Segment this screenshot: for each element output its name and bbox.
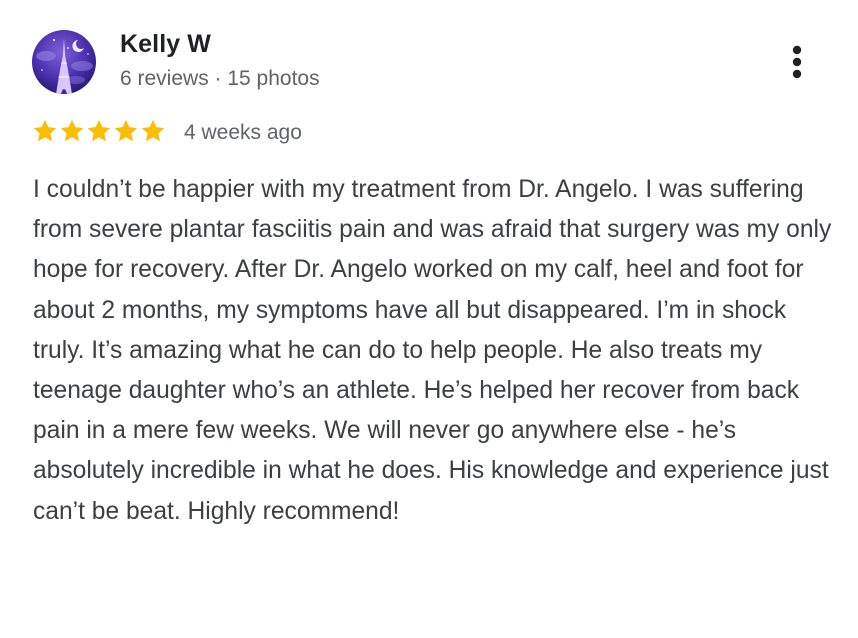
night-sky-tower-avatar-icon: [32, 30, 96, 94]
star-icon: [114, 119, 138, 142]
review-text: I couldn’t be happier with my treatment …: [33, 176, 832, 525]
star-icon: [33, 119, 57, 142]
star-icon: [60, 119, 84, 142]
star-icon: [141, 119, 165, 142]
review-date: 4 weeks ago: [184, 121, 302, 144]
more-vert-icon: [792, 45, 802, 79]
star-rating: [32, 118, 166, 144]
review-card: Kelly W 6 reviews · 15 photos 4 weeks ag…: [0, 0, 858, 638]
star-icon: [87, 119, 111, 142]
more-options-button[interactable]: [780, 40, 814, 84]
author-avatar[interactable]: [32, 30, 96, 94]
author-meta[interactable]: 6 reviews · 15 photos: [120, 67, 320, 91]
author-name[interactable]: Kelly W: [120, 30, 211, 59]
